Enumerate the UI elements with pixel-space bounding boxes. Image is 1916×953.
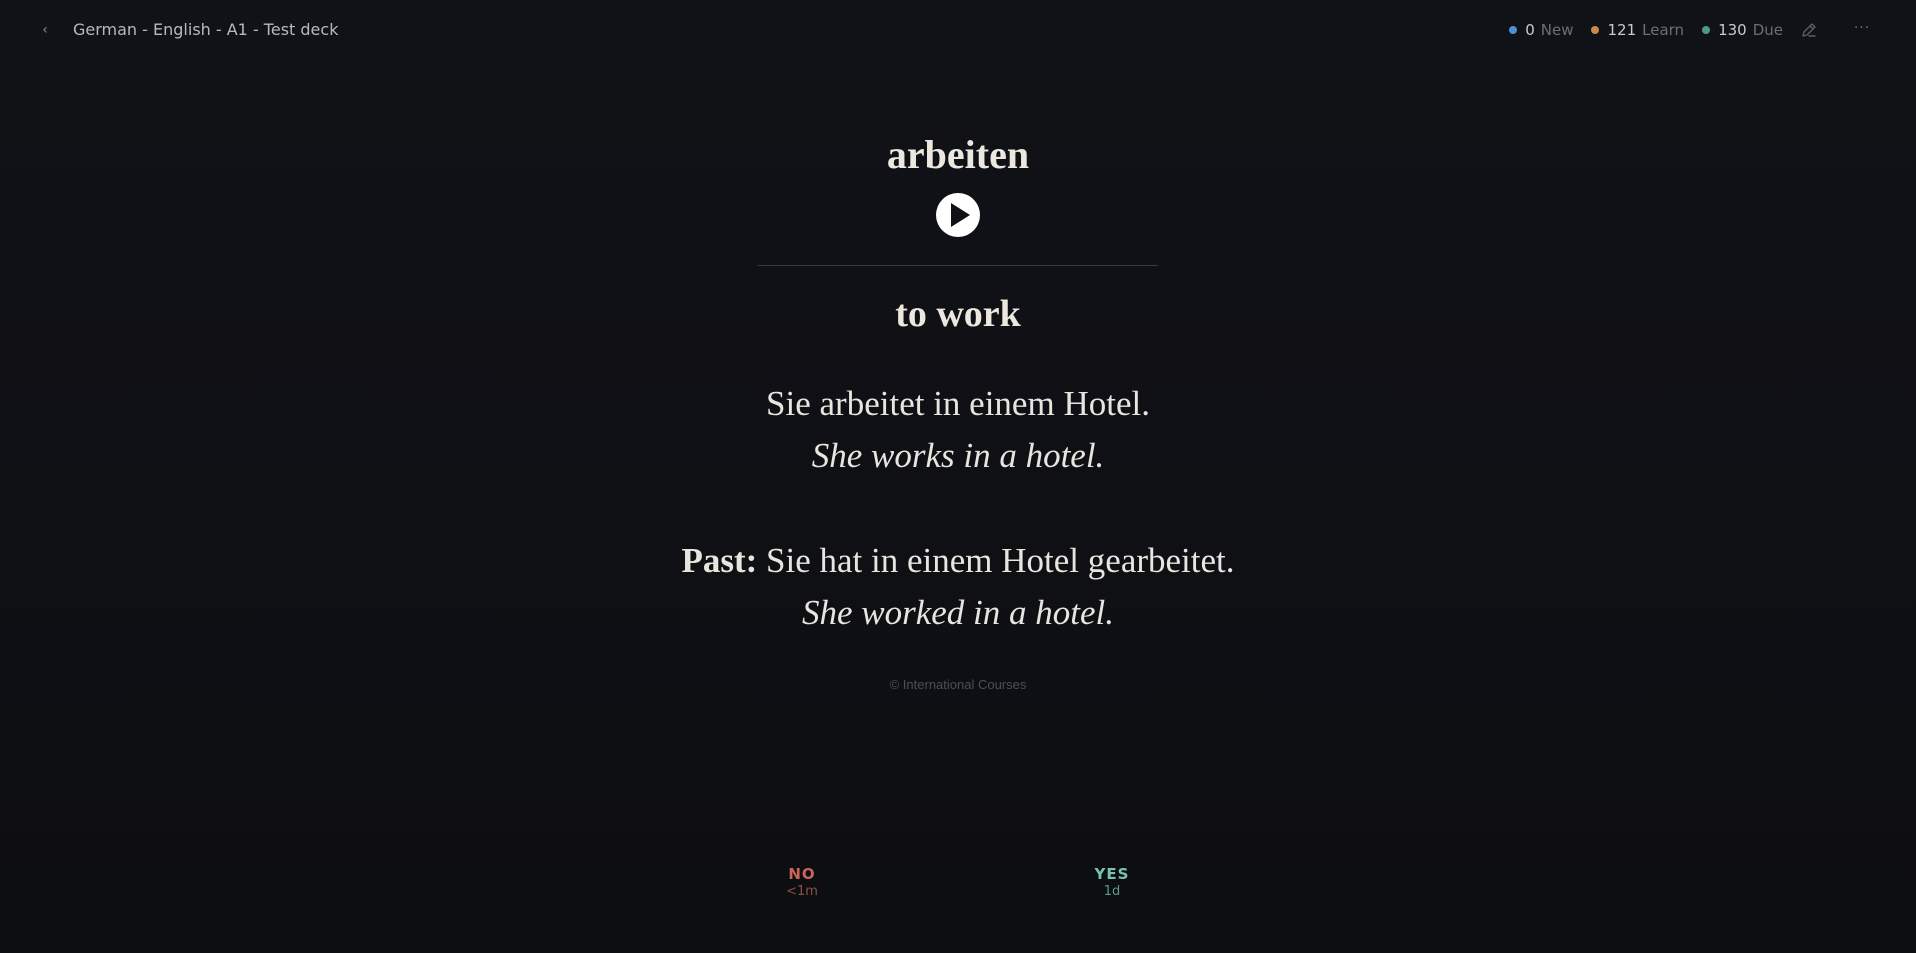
past-sentence: Past: Sie hat in einem Hotel gearbeitet.… [0,535,1916,639]
count-learn: 121 Learn [1591,21,1684,39]
count-due-number: 130 [1718,21,1747,39]
play-icon[interactable] [935,192,981,238]
deck-title: German - English - A1 - Test deck [73,20,339,39]
card-word: arbeiten [886,132,1030,177]
past-german-line: Past: Sie hat in einem Hotel gearbeitet. [0,535,1916,587]
chevron-left-icon: ‹ [42,22,48,38]
count-learn-label: Learn [1642,21,1685,39]
ellipsis-icon: ··· [1853,20,1871,36]
card-translation: to work [895,293,1021,335]
back-button[interactable]: ‹ [38,19,52,41]
example-english: She works in a hotel. [811,436,1105,475]
card-divider [758,265,1158,266]
answer-yes-button[interactable]: YES 1d [1082,865,1142,901]
due-dot-icon [1702,26,1711,34]
past-english: She worked in a hotel. [801,593,1115,632]
copyright-notice: © International Courses [889,677,1027,692]
answer-no-interval: <1m [786,884,818,899]
count-learn-number: 121 [1607,21,1637,39]
count-new-label: New [1540,21,1574,39]
answer-yes-label: YES [1094,865,1130,883]
answer-no-button[interactable]: NO <1m [772,865,832,901]
answer-yes-interval: 1d [1103,884,1121,899]
example-german: Sie arbeitet in einem Hotel. [766,384,1150,423]
top-bar: ‹ German - English - A1 - Test deck 0 Ne… [0,0,1916,60]
study-counts: 0 New 121 Learn 130 Due [1509,19,1783,41]
past-label: Past: [681,541,758,580]
edit-button[interactable] [1798,19,1820,41]
answer-no-label: NO [788,865,816,883]
count-due: 130 Due [1702,21,1783,39]
more-options-button[interactable]: ··· [1850,19,1874,41]
past-german: Sie hat in einem Hotel gearbeitet. [757,541,1235,580]
example-sentence: Sie arbeitet in einem Hotel. She works i… [0,378,1916,482]
count-new: 0 New [1509,21,1573,39]
pencil-icon [1802,23,1816,37]
learn-dot-icon [1591,26,1600,34]
count-new-number: 0 [1525,21,1535,39]
flashcard: arbeiten to work Sie arbeitet in einem H… [0,130,1916,692]
new-dot-icon [1509,26,1518,34]
count-due-label: Due [1752,21,1783,39]
